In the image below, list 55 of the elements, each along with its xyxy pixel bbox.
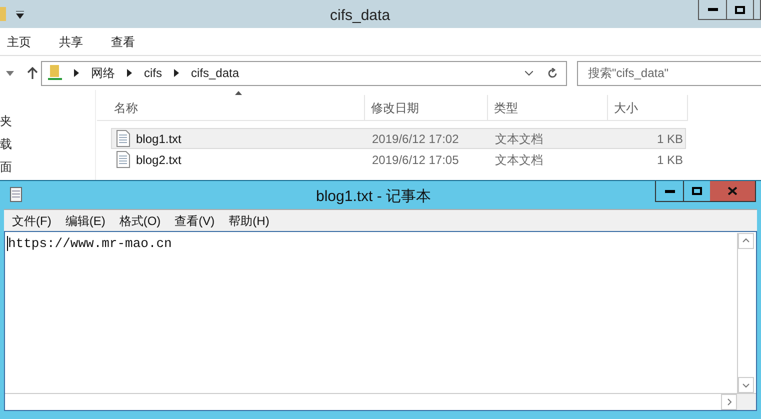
search-input[interactable]: 搜索"cifs_data": [588, 64, 761, 82]
file-type: 文本文档: [494, 130, 544, 148]
menu-item[interactable]: 查看(V): [174, 212, 215, 230]
column-header[interactable]: 大小: [608, 95, 688, 120]
search-field[interactable]: 搜索"cifs_data": [577, 60, 761, 86]
text-file-icon: [116, 151, 130, 168]
refresh-icon[interactable]: [547, 68, 558, 78]
address-bar[interactable]: 网络 cifs cifs_data: [41, 60, 567, 86]
scroll-down-icon[interactable]: [738, 377, 754, 393]
text-file-icon: [116, 130, 130, 147]
notepad-icon: [10, 187, 22, 202]
file-name: blog2.txt: [136, 152, 182, 168]
chevron-right-icon: [174, 69, 179, 77]
scroll-right-icon[interactable]: [721, 394, 737, 410]
menu-item[interactable]: 格式(O): [119, 212, 161, 230]
file-size: 1 KB: [656, 130, 683, 148]
menu-item[interactable]: 文件(F): [12, 212, 52, 230]
network-folder-icon: [48, 65, 62, 81]
window-title: blog1.txt - 记事本: [316, 187, 432, 207]
ribbon-tab[interactable]: 查看: [111, 32, 135, 50]
up-arrow-icon[interactable]: [27, 67, 38, 79]
close-button[interactable]: [710, 181, 755, 201]
scroll-up-icon[interactable]: [738, 233, 754, 249]
chevron-right-icon: [74, 69, 79, 77]
file-row[interactable]: blog2.txt 2019/6/12 17:05 文本文档 1 KB: [111, 149, 686, 170]
file-name: blog1.txt: [136, 130, 182, 148]
vertical-scrollbar[interactable]: [737, 233, 754, 393]
breadcrumb-item[interactable]: cifs_data: [191, 64, 240, 82]
nav-item[interactable]: 夹: [0, 112, 95, 131]
file-date: 2019/6/12 17:05: [371, 152, 460, 168]
chevron-right-icon: [127, 69, 132, 77]
ribbon-tab[interactable]: 共享: [59, 32, 83, 50]
menu-item[interactable]: 编辑(E): [65, 212, 106, 230]
nav-item[interactable]: 面: [0, 158, 95, 177]
chevron-down-icon[interactable]: [525, 70, 533, 76]
size-grip[interactable]: [737, 394, 756, 410]
dropdown-icon[interactable]: [6, 70, 14, 76]
column-header[interactable]: 类型: [488, 95, 608, 120]
menu-item[interactable]: 帮助(H): [228, 212, 270, 230]
file-type: 文本文档: [494, 152, 544, 168]
column-header[interactable]: 修改日期: [365, 95, 488, 120]
sort-up-icon: [235, 91, 242, 95]
file-date: 2019/6/12 17:02: [371, 130, 460, 148]
ribbon-tab[interactable]: 主页: [7, 32, 31, 50]
breadcrumb-item[interactable]: 网络: [91, 64, 115, 82]
nav-item[interactable]: 载: [0, 135, 95, 154]
file-row[interactable]: blog1.txt 2019/6/12 17:02 文本文档 1 KB: [111, 128, 686, 149]
breadcrumb-item[interactable]: cifs: [144, 64, 162, 82]
document-text: https://www.mr-mao.cn: [7, 236, 172, 251]
window-title: cifs_data: [330, 6, 390, 26]
file-size: 1 KB: [656, 152, 683, 168]
dropdown-icon: [16, 11, 24, 19]
close-icon: [728, 187, 737, 195]
column-header[interactable]: 名称: [97, 95, 365, 120]
folder-icon: [0, 7, 6, 21]
